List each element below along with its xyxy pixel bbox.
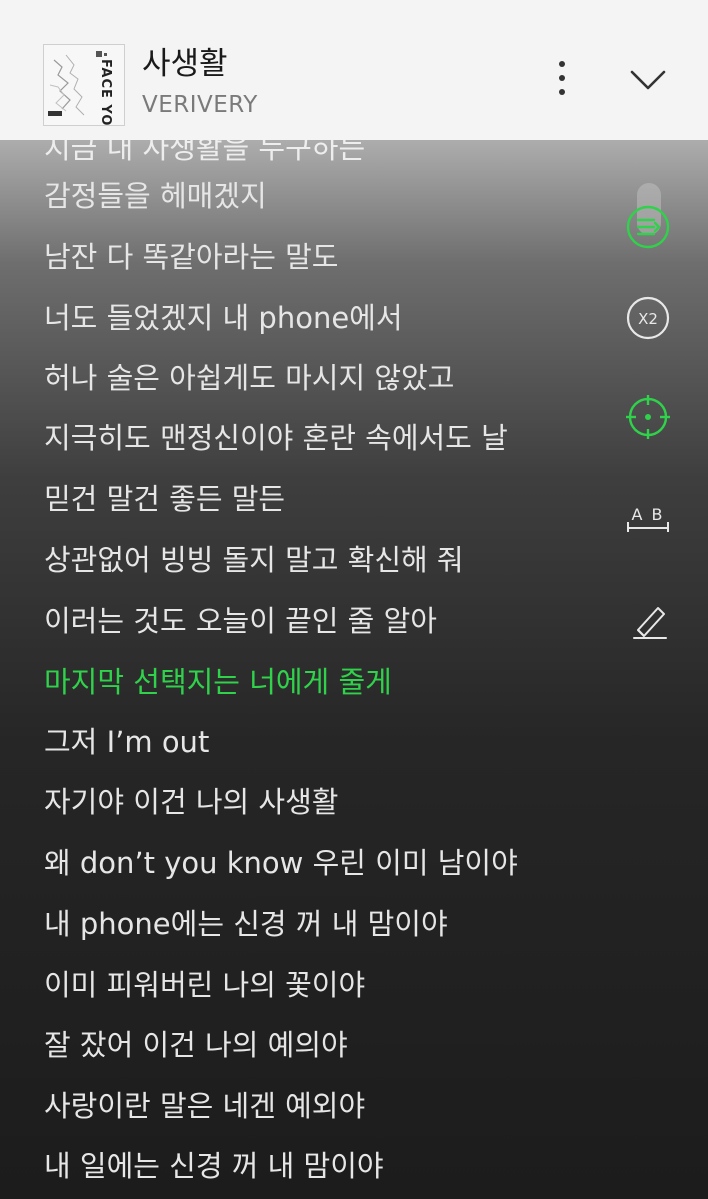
pen-icon — [633, 607, 667, 639]
now-playing-header: FACE YOU 사생활 VERIVERY — [0, 0, 708, 140]
crosshair-icon — [626, 395, 670, 439]
lyric-line[interactable]: 감정들을 헤매겠지 — [44, 176, 267, 216]
auto-scroll-button[interactable] — [624, 203, 672, 251]
lyric-line[interactable]: 믿건 말건 좋든 말든 — [44, 479, 285, 519]
more-vertical-icon — [559, 61, 565, 95]
collapse-button[interactable] — [626, 60, 670, 100]
lyric-line-faded: 지금 내 사생활을 누구하는 — [44, 140, 366, 165]
artist-name[interactable]: VERIVERY — [142, 90, 258, 120]
translate-label: A B — [631, 505, 664, 524]
lyric-line[interactable]: 내 phone에는 신경 꺼 내 맘이야 — [44, 904, 448, 944]
translate-button[interactable]: A B — [624, 496, 672, 544]
lyric-line[interactable]: 사랑이란 말은 네겐 예외야 — [44, 1086, 365, 1126]
speed-icon: X2 — [626, 296, 670, 340]
locate-current-button[interactable] — [624, 393, 672, 441]
lyric-line[interactable]: 지극히도 맨정신이야 혼란 속에서도 날 — [44, 418, 508, 458]
lyric-line[interactable]: 그저 I’m out — [44, 722, 209, 762]
album-art-text: FACE YOU — [98, 59, 113, 125]
more-options-button[interactable] — [546, 58, 578, 98]
song-title: 사생활 — [142, 46, 228, 82]
lyric-line[interactable]: 왜 don’t you know 우린 이미 남이야 — [44, 843, 518, 883]
lyric-line[interactable]: 자기야 이건 나의 사생활 — [44, 782, 338, 822]
speed-label: X2 — [638, 310, 658, 328]
edit-lyrics-button[interactable] — [624, 596, 672, 644]
auto-scroll-icon — [626, 205, 670, 249]
lyric-line[interactable]: 너도 들었겠지 내 phone에서 — [44, 298, 403, 338]
translate-icon: A B — [627, 505, 669, 532]
lyric-line[interactable]: 이러는 것도 오늘이 끝인 줄 알아 — [44, 601, 437, 641]
lyrics-panel[interactable]: 지금 내 사생활을 누구하는 감정들을 헤매겠지 남잔 다 똑같아라는 말도 너… — [44, 140, 604, 1199]
lyric-line[interactable]: 이미 피워버린 나의 꽃이야 — [44, 965, 365, 1005]
lyric-line[interactable]: 허나 술은 아쉽게도 마시지 않았고 — [44, 358, 454, 398]
lyric-line[interactable]: 상관없어 빙빙 돌지 말고 확신해 줘 — [44, 540, 464, 580]
album-art-image: FACE YOU — [44, 45, 124, 125]
lyric-line[interactable]: 잘 잤어 이건 나의 예의야 — [44, 1025, 348, 1065]
lyric-line[interactable]: 남잔 다 똑같아라는 말도 — [44, 237, 338, 277]
lyric-line-current[interactable]: 마지막 선택지는 너에게 줄게 — [44, 662, 392, 702]
chevron-down-icon — [630, 70, 666, 90]
speed-button[interactable]: X2 — [624, 294, 672, 342]
album-art[interactable]: FACE YOU — [43, 44, 125, 126]
lyric-line[interactable]: 내 일에는 신경 꺼 내 맘이야 — [44, 1146, 384, 1186]
